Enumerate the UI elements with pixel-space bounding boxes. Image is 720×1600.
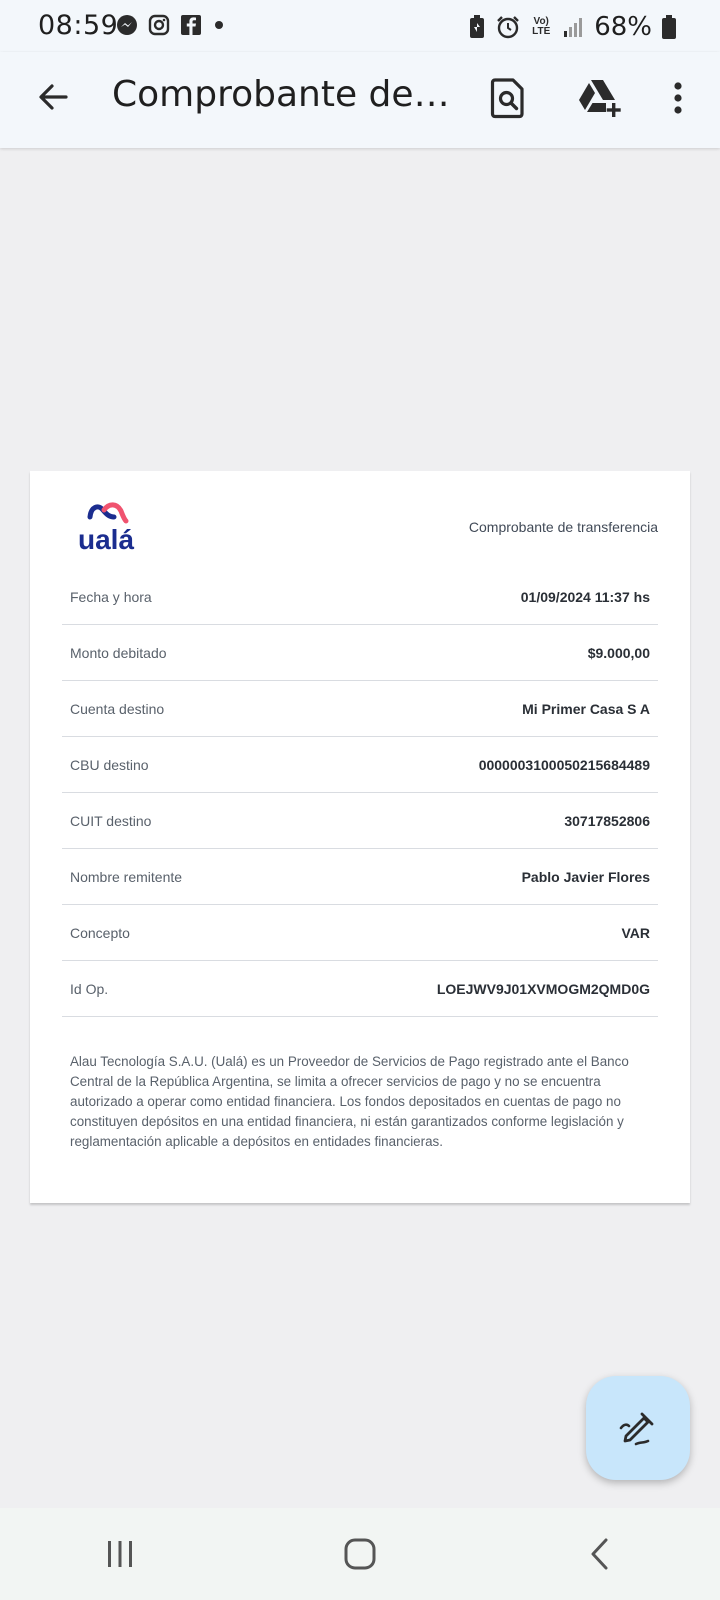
system-nav-bar [0,1508,720,1600]
status-icons-right: Vo) LTE 68% [468,12,676,42]
detail-row-concept: Concepto VAR [62,905,658,961]
detail-value: 0000003100050215684489 [478,756,650,773]
edit-fab-button[interactable] [586,1376,690,1480]
add-to-drive-button[interactable] [572,70,628,126]
detail-value: 01/09/2024 11:37 hs [520,588,650,605]
home-button[interactable] [310,1519,410,1589]
status-time: 08:59 [38,10,119,41]
find-in-document-icon [490,78,524,119]
more-options-icon [674,82,682,114]
detail-value: 30717852806 [564,812,650,829]
volte-label: Vo) LTE [532,16,551,37]
detail-label: Monto debitado [70,644,167,661]
dot-icon [215,21,223,29]
detail-label: Id Op. [70,980,109,997]
nav-back-button[interactable] [550,1519,650,1589]
detail-label: Concepto [70,924,130,941]
receipt-document: ualá Comprobante de transferencia Fecha … [30,471,690,1203]
detail-row-operation-id: Id Op. LOEJWV9J01XVMOGM2QMD0G [62,961,658,1017]
signal-icon [564,18,583,37]
detail-label: Cuenta destino [70,700,165,717]
detail-row-amount: Monto debitado $9.000,00 [62,625,658,681]
detail-label: Fecha y hora [70,588,152,605]
find-in-document-button[interactable] [480,70,536,126]
page-title: Comprobante de transferencia [112,74,452,115]
detail-row-destination-account: Cuenta destino Mi Primer Casa S A [62,681,658,737]
detail-value: VAR [621,924,650,941]
uala-logo: ualá [76,501,146,555]
instagram-icon [148,14,170,36]
back-icon [591,1538,608,1570]
facebook-icon [181,15,201,35]
detail-value: LOEJWV9J01XVMOGM2QMD0G [436,980,650,997]
battery-icon [662,15,676,39]
home-icon [344,1538,376,1570]
detail-row-sender: Nombre remitente Pablo Javier Flores [62,849,658,905]
back-button[interactable] [28,72,78,122]
more-options-button[interactable] [650,70,706,126]
detail-label: CBU destino [70,756,149,773]
brand-wordmark: ualá [78,524,134,553]
detail-row-cbu: CBU destino 0000003100050215684489 [62,737,658,793]
legal-disclaimer: Alau Tecnología S.A.U. (Ualá) es un Prov… [70,1054,629,1149]
alarm-icon [497,16,520,39]
detail-label: Nombre remitente [70,868,183,885]
edit-pen-icon [619,1412,654,1446]
battery-percentage: 68% [594,12,652,42]
messenger-icon [117,15,137,35]
battery-saver-icon [470,15,485,38]
detail-value: Pablo Javier Flores [521,868,650,885]
detail-row-cuit: CUIT destino 30717852806 [62,793,658,849]
detail-value: Mi Primer Casa S A [522,700,650,717]
add-to-drive-icon [579,80,621,117]
receipt-details: Fecha y hora 01/09/2024 11:37 hs Monto d… [62,569,658,1017]
detail-row-date: Fecha y hora 01/09/2024 11:37 hs [62,569,658,625]
receipt-heading: Comprobante de transferencia [468,519,658,535]
detail-value: $9.000,00 [587,644,650,661]
recents-button[interactable] [70,1519,170,1589]
app-bar: Comprobante de transferencia [0,52,720,148]
status-icons-left [116,14,226,36]
detail-label: CUIT destino [70,812,152,829]
status-bar: 08:59 Vo) LTE 68% [0,0,720,52]
arrow-back-icon [39,84,68,110]
recents-icon [108,1541,132,1567]
